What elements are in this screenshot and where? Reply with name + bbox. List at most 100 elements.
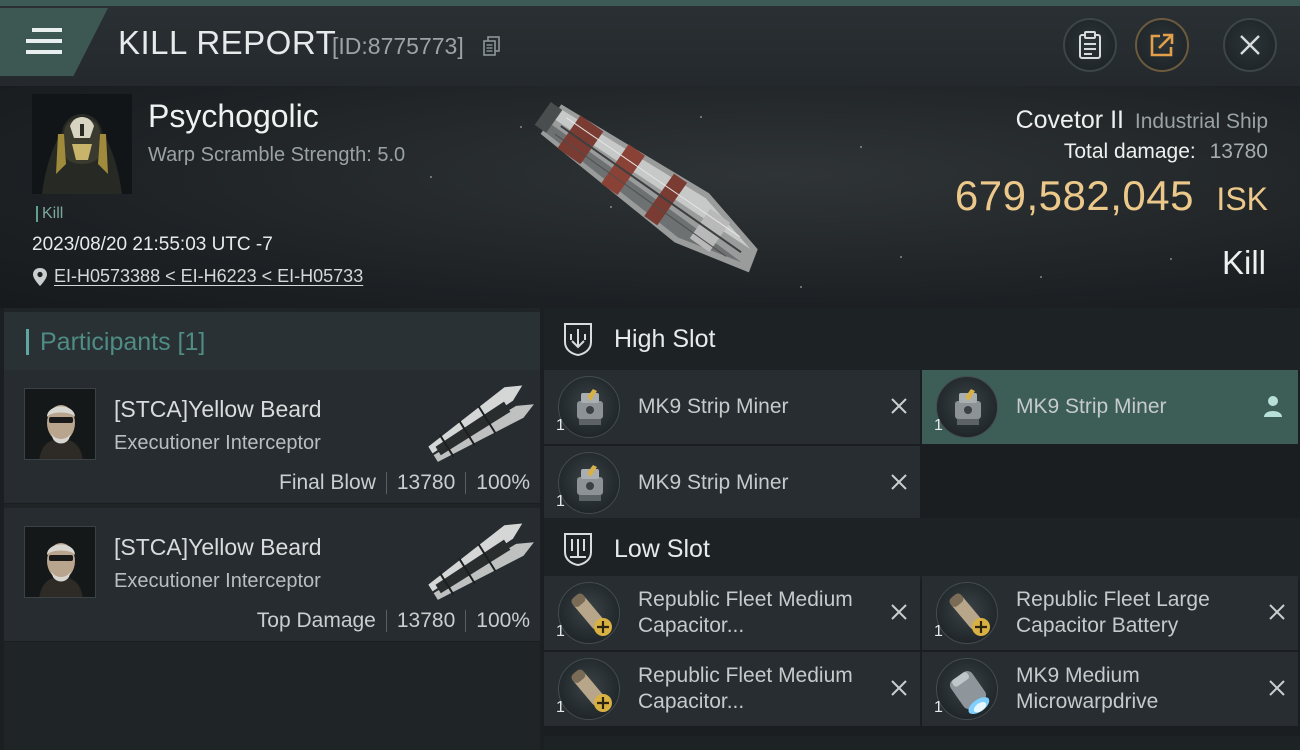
location-text[interactable]: EI-H0573388 < EI-H6223 < EI-H05733: [54, 266, 363, 287]
participant-ship: Executioner Interceptor: [114, 432, 321, 454]
participant-avatar[interactable]: [24, 388, 96, 460]
clipboard-button[interactable]: [1063, 18, 1117, 72]
module-slot[interactable]: 1 MK9 Strip Miner: [544, 370, 920, 444]
header-accent-line: [0, 0, 1300, 6]
strip-miner-icon: [558, 376, 620, 438]
report-id: [ID:8775773]: [332, 33, 464, 59]
page-title: KILL REPORT: [118, 24, 337, 61]
participant-ship: Executioner Interceptor: [114, 570, 321, 592]
copy-icon[interactable]: [483, 36, 501, 56]
high-slot-icon: [564, 323, 592, 356]
module-slot[interactable]: 1 Republic Fleet Medium Capacitor...: [544, 576, 920, 650]
participant-avatar[interactable]: [24, 526, 96, 598]
kill-date: 2023/08/20 21:55:03 UTC -7: [32, 234, 273, 255]
module-name: MK9 Strip Miner: [638, 471, 789, 494]
module-name: Republic Fleet Large Capacitor Battery: [1016, 588, 1210, 637]
capacitor-battery-icon: [558, 582, 620, 644]
participants-panel: Participants [1] [STCA]Yellow Beard Exec…: [4, 308, 540, 750]
microwarpdrive-icon: [936, 658, 998, 720]
participant-stats: Top Damage 13780 100%: [257, 609, 530, 633]
module-name: Republic Fleet Medium Capacitor...: [638, 588, 853, 637]
participant-percent: 100%: [476, 609, 530, 632]
isk-value: 679,582,045: [954, 172, 1194, 219]
low-slot-icon: [564, 533, 592, 566]
module-quantity: 1: [556, 623, 565, 640]
ship-name[interactable]: Covetor II: [1016, 106, 1124, 134]
participant-role: Final Blow: [279, 471, 376, 494]
participant-name[interactable]: [STCA]Yellow Beard: [114, 534, 322, 561]
kill-tag: Kill: [36, 206, 63, 222]
participant-damage: 13780: [396, 609, 456, 632]
destroyed-x-icon: [1269, 680, 1285, 696]
low-slot-header: Low Slot: [544, 518, 1300, 580]
warp-scramble-strength: Warp Scramble Strength: 5.0: [148, 144, 406, 166]
participant-ship-image: [428, 523, 534, 600]
destroyed-x-icon: [891, 398, 907, 414]
module-name: MK9 Strip Miner: [638, 395, 789, 418]
participants-title: Participants [1]: [40, 328, 206, 356]
module-slot[interactable]: 1 MK9 Strip Miner: [544, 446, 920, 520]
hamburger-icon: [26, 28, 62, 56]
kill-status: Kill: [1221, 244, 1266, 281]
high-slot-header: High Slot: [544, 308, 1300, 370]
participant-row[interactable]: [STCA]Yellow Beard Executioner Intercept…: [4, 370, 540, 504]
location-breadcrumb[interactable]: EI-H0573388 < EI-H6223 < EI-H05733: [32, 266, 363, 287]
location-pin-icon: [33, 267, 47, 286]
capacitor-battery-icon: [936, 582, 998, 644]
menu-button[interactable]: [0, 8, 108, 76]
participant-portrait-icon: [25, 527, 95, 597]
share-icon: [1150, 33, 1174, 57]
capacitor-battery-icon: [558, 658, 620, 720]
module-quantity: 1: [934, 623, 943, 640]
destroyed-x-icon: [891, 474, 907, 490]
strip-miner-icon: [936, 376, 998, 438]
stats-divider: [465, 610, 467, 633]
module-slot[interactable]: 1 MK9 Medium Microwarpdrive: [922, 652, 1298, 726]
participant-row[interactable]: [STCA]Yellow Beard Executioner Intercept…: [4, 508, 540, 642]
module-quantity: 1: [556, 417, 565, 434]
participant-name[interactable]: [STCA]Yellow Beard: [114, 396, 322, 423]
total-damage-value: 13780: [1209, 140, 1268, 163]
victim-portrait[interactable]: [32, 94, 132, 194]
participants-accent-bar: [26, 329, 29, 355]
header-bar: KILL REPORT [ID:8775773]: [0, 0, 1300, 86]
next-section-peek: [544, 736, 1300, 750]
module-name: MK9 Strip Miner: [1016, 395, 1167, 418]
participant-damage: 13780: [396, 471, 456, 494]
isk-loss: 679,582,045 ISK: [955, 172, 1268, 220]
high-slot-title: High Slot: [614, 325, 716, 353]
participant-stats: Final Blow 13780 100%: [279, 471, 530, 495]
module-quantity: 1: [934, 417, 943, 434]
module-name: MK9 Medium Microwarpdrive: [1016, 664, 1159, 713]
participant-percent: 100%: [476, 471, 530, 494]
stats-divider: [465, 472, 467, 495]
ship-class: Industrial Ship: [1134, 110, 1268, 133]
low-slot-title: Low Slot: [614, 535, 710, 563]
stats-divider: [385, 472, 387, 495]
total-damage: Total damage: 13780: [1064, 140, 1268, 164]
close-icon: [1240, 35, 1260, 55]
dropped-user-icon: [1264, 396, 1282, 417]
share-button[interactable]: [1135, 18, 1189, 72]
victim-name[interactable]: Psychogolic: [148, 98, 319, 135]
fitting-panel: High Slot 1 MK9 Strip Miner 1 MK9 Strip …: [544, 308, 1300, 750]
module-quantity: 1: [556, 493, 565, 510]
clipboard-icon: [1079, 31, 1101, 59]
victim-summary: Psychogolic Warp Scramble Strength: 5.0 …: [0, 86, 1300, 308]
module-quantity: 1: [556, 699, 565, 716]
participants-header: Participants [1]: [4, 312, 540, 370]
victim-ship: Covetor II Industrial Ship: [1016, 106, 1268, 135]
module-slot[interactable]: 1 Republic Fleet Large Capacitor Battery: [922, 576, 1298, 650]
module-slot-selected[interactable]: 1 MK9 Strip Miner: [922, 370, 1298, 444]
victim-ship-image: [534, 101, 758, 273]
stats-divider: [385, 610, 387, 633]
participant-role: Top Damage: [256, 609, 376, 632]
close-button[interactable]: [1223, 18, 1277, 72]
module-name: Republic Fleet Medium Capacitor...: [638, 664, 853, 713]
strip-miner-icon: [558, 452, 620, 514]
pilot-avatar-icon: [32, 94, 132, 194]
isk-unit: ISK: [1216, 181, 1268, 217]
module-quantity: 1: [934, 699, 943, 716]
module-slot[interactable]: 1 Republic Fleet Medium Capacitor...: [544, 652, 920, 726]
destroyed-x-icon: [1269, 604, 1285, 620]
